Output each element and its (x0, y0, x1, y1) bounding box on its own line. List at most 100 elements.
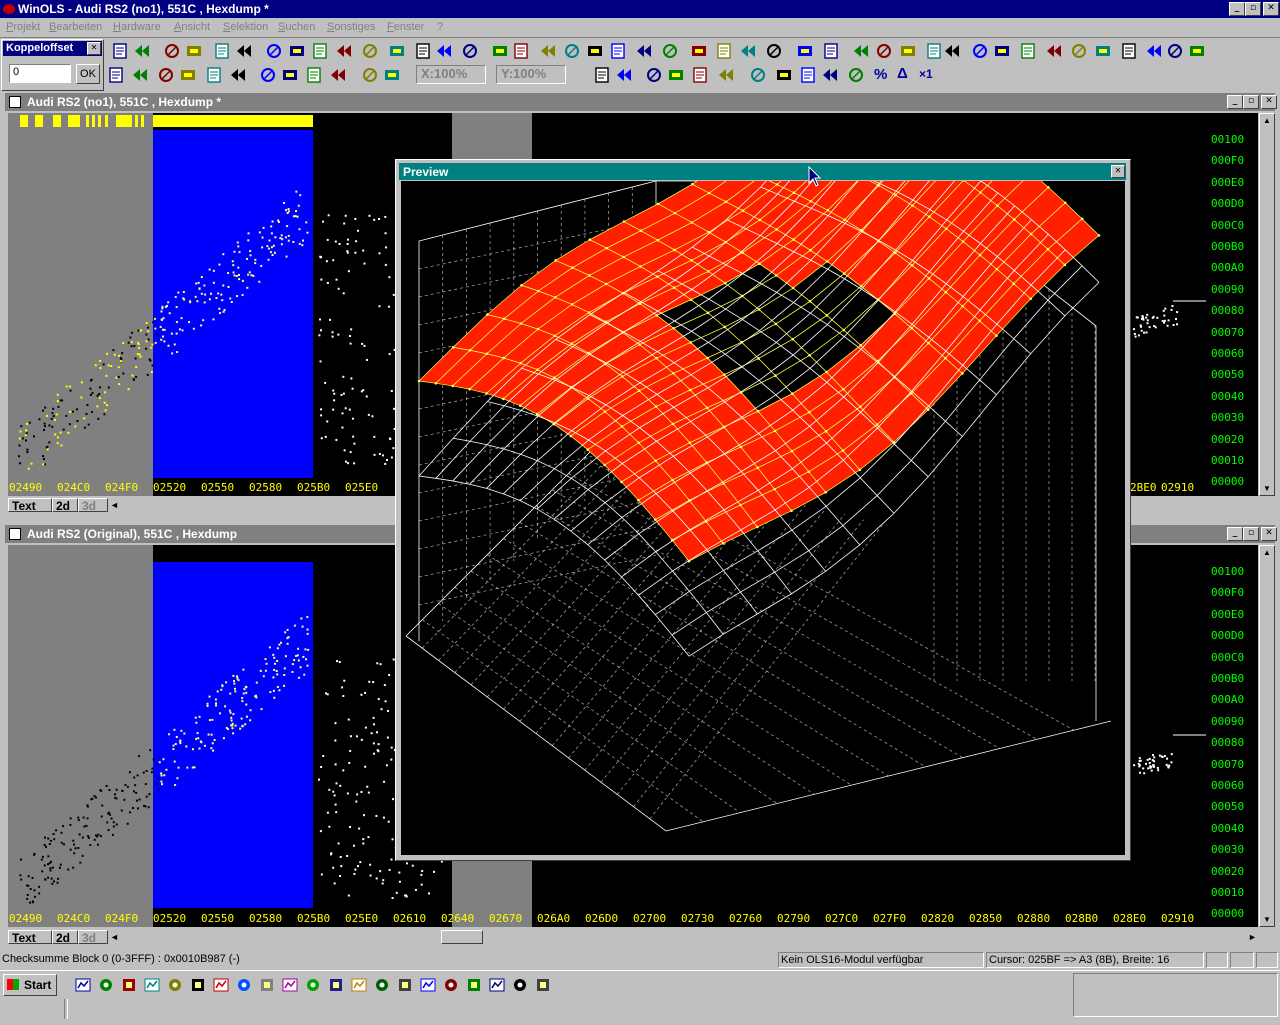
start-button[interactable]: Start (3, 974, 57, 996)
delta-button[interactable]: Δ (897, 65, 908, 82)
original-minimize-button[interactable]: _ (1227, 527, 1243, 541)
lohi-icon[interactable] (748, 65, 768, 85)
context-help-icon[interactable] (689, 41, 709, 61)
tab-3d[interactable]: 3d (78, 930, 108, 945)
menu-selektion[interactable]: Selektion (223, 21, 268, 33)
open-file-icon[interactable] (942, 41, 962, 61)
print-icon[interactable] (992, 41, 1012, 61)
float-icon[interactable] (178, 65, 198, 85)
width-8-icon[interactable] (592, 65, 612, 85)
hilo-icon[interactable] (716, 65, 736, 85)
cursor-a-icon[interactable] (360, 65, 380, 85)
dec-icon[interactable] (130, 65, 150, 85)
list-icon[interactable] (387, 41, 407, 61)
prev-icon[interactable] (1093, 41, 1113, 61)
write-icon[interactable] (764, 41, 784, 61)
map-f-icon[interactable] (585, 41, 605, 61)
read-icon[interactable] (738, 41, 758, 61)
width-32-icon[interactable] (644, 65, 664, 85)
quick-launch-app-icon[interactable] (75, 977, 91, 993)
quick-launch-app-icon[interactable] (144, 977, 160, 993)
quick-launch-app-icon[interactable] (420, 977, 436, 993)
quick-launch-app-icon[interactable] (374, 977, 390, 993)
quick-launch-app-icon[interactable] (236, 977, 252, 993)
quick-launch-app-icon[interactable] (351, 977, 367, 993)
app-close-button[interactable]: ✕ (1263, 2, 1279, 16)
bus-icon[interactable] (898, 41, 918, 61)
no1-close-button[interactable]: ✕ (1261, 95, 1277, 109)
no1-restore-button[interactable]: ▫ (1243, 95, 1259, 109)
sigma-icon[interactable] (228, 65, 248, 85)
koppeloffset-ok-button[interactable]: OK (76, 64, 100, 84)
map-v-icon[interactable] (608, 41, 628, 61)
compare-icon[interactable] (1044, 41, 1064, 61)
koppeloffset-close-button[interactable]: ✕ (87, 42, 101, 55)
menu-sonstiges[interactable]: Sonstiges (327, 21, 375, 33)
x-zoom-field[interactable]: X:100% (416, 65, 486, 84)
copy-icon[interactable] (162, 41, 182, 61)
burn-icon[interactable] (795, 41, 815, 61)
quick-launch-app-icon[interactable] (121, 977, 137, 993)
verify-icon[interactable] (821, 41, 841, 61)
tab-2d[interactable]: 2d (52, 930, 78, 945)
scroll-right-icon[interactable]: ► (1248, 932, 1257, 942)
horizontal-scroll-thumb[interactable] (441, 930, 483, 944)
last-icon[interactable] (1165, 41, 1185, 61)
grid-32-icon[interactable] (820, 65, 840, 85)
view-d-icon[interactable] (328, 65, 348, 85)
vertical-scrollbar-original[interactable]: ▲ ▼ (1259, 545, 1275, 927)
scroll-up-icon[interactable]: ▲ (1263, 116, 1271, 125)
cursor-b-icon[interactable] (382, 65, 402, 85)
copy-icon[interactable] (970, 41, 990, 61)
quick-launch-app-icon[interactable] (489, 977, 505, 993)
quick-launch-app-icon[interactable] (213, 977, 229, 993)
percent-button[interactable]: % (874, 66, 887, 83)
prev-icon[interactable] (287, 41, 307, 61)
app-minimize-button[interactable]: _ (1229, 2, 1245, 16)
help-icon[interactable] (660, 41, 680, 61)
koppeloffset-input[interactable]: 0 (9, 64, 71, 83)
menu-bearbeiten[interactable]: Bearbeiten (49, 21, 102, 33)
window-icon[interactable] (1018, 41, 1038, 61)
tab-3d[interactable]: 3d (78, 498, 108, 513)
y-zoom-field[interactable]: Y:100% (496, 65, 566, 84)
hardware-icon[interactable] (714, 41, 734, 61)
last-icon[interactable] (360, 41, 380, 61)
flash-icon[interactable] (874, 41, 894, 61)
view-a-icon[interactable] (258, 65, 278, 85)
scroll-up-icon[interactable]: ▲ (1263, 548, 1271, 557)
print-icon[interactable] (184, 41, 204, 61)
grid-16-icon[interactable] (798, 65, 818, 85)
compare-icon[interactable] (234, 41, 254, 61)
import-icon[interactable] (490, 41, 510, 61)
new-file-icon[interactable] (110, 41, 130, 61)
original-close-button[interactable]: ✕ (1261, 527, 1277, 541)
sign-icon[interactable] (156, 65, 176, 85)
back-icon[interactable] (460, 41, 480, 61)
quick-launch-app-icon[interactable] (512, 977, 528, 993)
quick-launch-app-icon[interactable] (167, 977, 183, 993)
table-icon[interactable] (310, 41, 330, 61)
map-f2-icon[interactable] (634, 41, 654, 61)
quick-launch-app-icon[interactable] (190, 977, 206, 993)
list-icon[interactable] (1187, 41, 1207, 61)
scroll-left-icon[interactable]: ◄ (110, 500, 119, 510)
diff-icon[interactable] (666, 65, 686, 85)
quick-launch-app-icon[interactable] (397, 977, 413, 993)
menu-hardware[interactable]: Hardware (113, 21, 161, 33)
scroll-down-icon[interactable]: ▼ (1263, 484, 1271, 493)
bits-icon[interactable] (846, 65, 866, 85)
forward-icon[interactable] (562, 41, 582, 61)
menu-suchen[interactable]: Suchen (278, 21, 315, 33)
no1-minimize-button[interactable]: _ (1227, 95, 1243, 109)
view-c-icon[interactable] (304, 65, 324, 85)
scroll-down-icon[interactable]: ▼ (1263, 915, 1271, 924)
quick-launch-app-icon[interactable] (328, 977, 344, 993)
preview-close-button[interactable]: ✕ (1111, 165, 1125, 178)
open-file-icon[interactable] (132, 41, 152, 61)
erase-icon[interactable] (851, 41, 871, 61)
window-icon[interactable] (212, 41, 232, 61)
next-icon[interactable] (334, 41, 354, 61)
menu-ansicht[interactable]: Ansicht (174, 21, 210, 33)
original-restore-button[interactable]: ▫ (1243, 527, 1259, 541)
